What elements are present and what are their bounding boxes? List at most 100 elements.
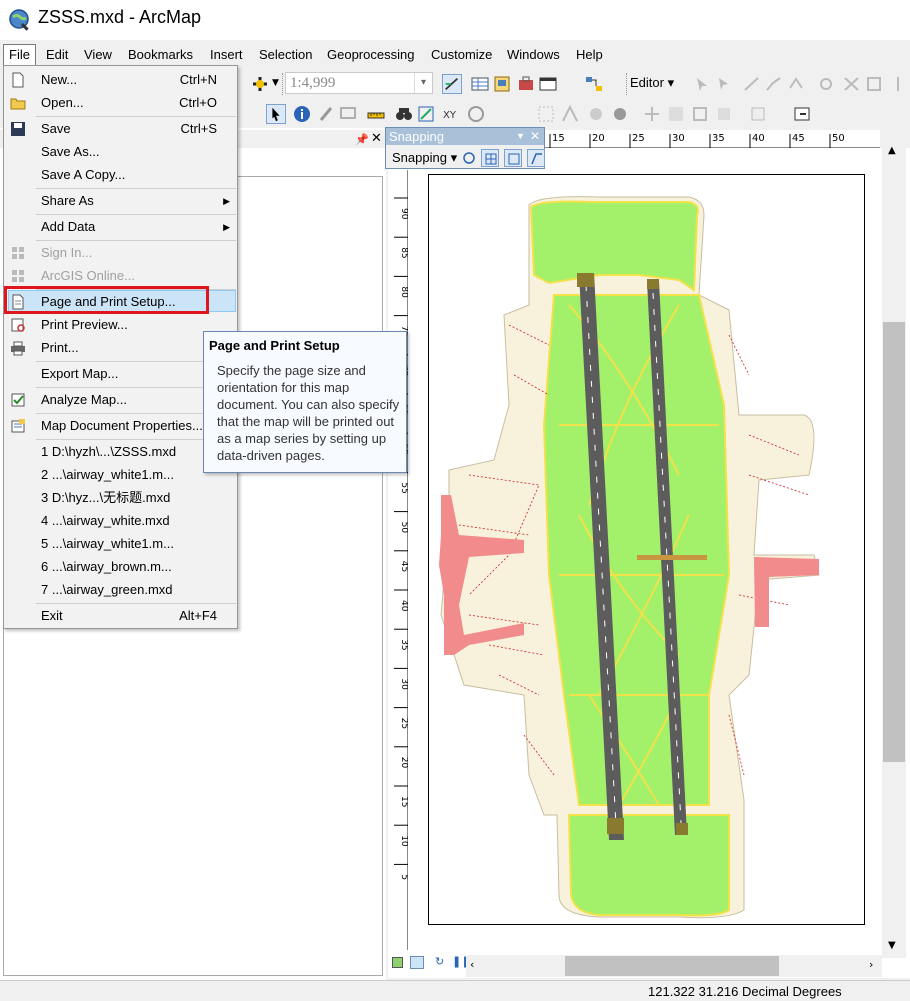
menu-item-share-as[interactable]: Share As ▶ — [4, 190, 237, 212]
ruler-label: 30 — [399, 678, 408, 690]
snapping-toolbar-title[interactable]: Snapping ▼ ✕ — [386, 128, 544, 145]
menu-edit[interactable]: Edit — [42, 44, 72, 66]
tooltip-title: Page and Print Setup — [209, 338, 340, 353]
spatial-adjust-icon[interactable] — [690, 104, 710, 124]
topology-icon[interactable] — [642, 104, 662, 124]
new-window-icon[interactable] — [792, 104, 812, 124]
point-icon[interactable] — [786, 74, 806, 94]
add-vertex-icon[interactable] — [586, 104, 606, 124]
delete-vertex-icon[interactable] — [610, 104, 630, 124]
vertex-edit-icon[interactable] — [536, 104, 556, 124]
attribute-transfer-icon[interactable] — [748, 104, 768, 124]
scroll-down-icon[interactable]: ▼ — [888, 940, 896, 951]
menu-view[interactable]: View — [80, 44, 116, 66]
annotation-highlight-box — [4, 286, 209, 314]
ruler-label: 50 — [832, 133, 845, 144]
menu-item-arcgis-online[interactable]: ArcGIS Online... — [4, 265, 237, 287]
close-icon[interactable]: ✕ — [530, 128, 540, 145]
menu-item-add-data[interactable]: Add Data ▶ — [4, 216, 237, 238]
menu-insert[interactable]: Insert — [206, 44, 247, 66]
split-icon[interactable] — [888, 74, 908, 94]
horizontal-scroll-thumb[interactable] — [565, 956, 779, 976]
map-scale-combobox[interactable]: 1:4,999 ▾ — [285, 72, 433, 94]
scroll-up-icon[interactable]: ▲ — [888, 145, 896, 156]
hyperlink-icon[interactable] — [316, 104, 336, 124]
menu-selection[interactable]: Selection — [255, 44, 316, 66]
menu-help[interactable]: Help — [572, 44, 607, 66]
menu-item-open[interactable]: Open... Ctrl+O — [4, 92, 237, 114]
move-vertex-icon[interactable] — [560, 104, 580, 124]
menu-item-label: Exit — [41, 608, 63, 623]
go-to-xy-icon[interactable]: XY — [440, 104, 460, 124]
midpoint-icon[interactable] — [816, 74, 836, 94]
find-route-icon[interactable] — [416, 104, 436, 124]
menu-customize[interactable]: Customize — [427, 44, 496, 66]
cut-polygon-icon[interactable] — [864, 74, 884, 94]
refresh-icon[interactable]: ↻ — [435, 955, 444, 968]
toolbox-icon[interactable] — [516, 74, 536, 94]
point-snapping-icon[interactable] — [460, 149, 478, 167]
menu-geoprocessing[interactable]: Geoprocessing — [323, 44, 418, 66]
menu-item-recent-6[interactable]: 6 ...\airway_brown.m... — [4, 556, 237, 578]
georeference-icon[interactable] — [666, 104, 686, 124]
end-snapping-icon[interactable] — [481, 149, 499, 167]
editor-sketch-icon[interactable] — [442, 74, 462, 94]
html-popup-icon[interactable] — [338, 104, 358, 124]
ruler-label: 20 — [399, 757, 408, 769]
reshape-icon[interactable] — [842, 74, 862, 94]
measure-icon[interactable] — [366, 104, 386, 124]
menu-item-label: 1 D:\hyzh\...\ZSSS.mxd — [41, 444, 177, 459]
menu-item-recent-4[interactable]: 4 ...\airway_white.mxd — [4, 510, 237, 532]
add-data-icon[interactable] — [250, 74, 270, 94]
edit-tool-icon[interactable] — [692, 74, 712, 94]
editor-menu[interactable]: Editor ▾ — [630, 75, 674, 91]
vertex-snapping-icon[interactable] — [504, 149, 522, 167]
model-builder-icon[interactable] — [584, 74, 604, 94]
straight-segment-icon[interactable] — [742, 74, 762, 94]
close-icon[interactable]: ✕ — [371, 131, 382, 146]
menu-item-sign-in[interactable]: Sign In... — [4, 242, 237, 264]
data-view-icon[interactable] — [392, 957, 403, 968]
scroll-right-icon[interactable]: › — [869, 958, 873, 971]
new-document-icon — [12, 72, 24, 88]
ruler-label: 15 — [399, 796, 408, 807]
menu-item-recent-7[interactable]: 7 ...\airway_green.mxd — [4, 579, 237, 601]
menu-item-exit[interactable]: Exit Alt+F4 — [4, 605, 237, 627]
link-table-icon[interactable] — [714, 104, 734, 124]
ruler-label: 15 — [552, 133, 565, 144]
menu-item-save-as[interactable]: Save As... — [4, 141, 237, 163]
menu-item-save-copy[interactable]: Save A Copy... — [4, 164, 237, 186]
menu-item-save[interactable]: Save Ctrl+S — [4, 118, 237, 140]
trace-icon[interactable] — [764, 74, 784, 94]
submenu-arrow-icon: ▶ — [223, 222, 230, 232]
snapping-menu[interactable]: Snapping ▾ — [392, 150, 457, 166]
catalog-icon[interactable] — [492, 74, 512, 94]
snapping-menu-label: Snapping — [392, 150, 447, 165]
menu-item-recent-5[interactable]: 5 ...\airway_white1.m... — [4, 533, 237, 555]
edge-snapping-icon[interactable] — [527, 149, 545, 167]
menu-windows[interactable]: Windows — [503, 44, 564, 66]
vertical-scroll-thumb[interactable] — [883, 322, 905, 762]
select-elements-icon[interactable] — [266, 104, 286, 124]
chevron-down-icon[interactable]: ▼ — [516, 128, 525, 145]
scroll-left-icon[interactable]: ‹ — [470, 958, 474, 971]
table-icon[interactable] — [470, 74, 490, 94]
dropdown-arrow-icon[interactable]: ▼ — [272, 78, 279, 88]
menu-item-new[interactable]: New... Ctrl+N — [4, 69, 237, 91]
menu-bookmarks[interactable]: Bookmarks — [124, 44, 197, 66]
chevron-down-icon[interactable]: ▾ — [414, 73, 432, 93]
edit-annotation-icon[interactable] — [714, 74, 734, 94]
find-icon[interactable] — [394, 104, 414, 124]
ruler-label: 50 — [399, 522, 408, 534]
identify-icon[interactable] — [292, 104, 312, 124]
menu-item-recent-3[interactable]: 3 D:\hyz...\无标题.mxd — [4, 487, 237, 509]
time-slider-icon[interactable] — [466, 104, 486, 124]
pin-icon[interactable]: 📌 — [355, 133, 369, 146]
python-window-icon[interactable] — [538, 74, 558, 94]
menu-file[interactable]: File — [3, 44, 36, 66]
menu-item-label: 4 ...\airway_white.mxd — [41, 513, 170, 528]
document-properties-icon — [11, 419, 25, 433]
layout-view-icon[interactable] — [410, 956, 424, 969]
airport-map[interactable] — [429, 175, 866, 926]
layout-page — [428, 174, 865, 925]
